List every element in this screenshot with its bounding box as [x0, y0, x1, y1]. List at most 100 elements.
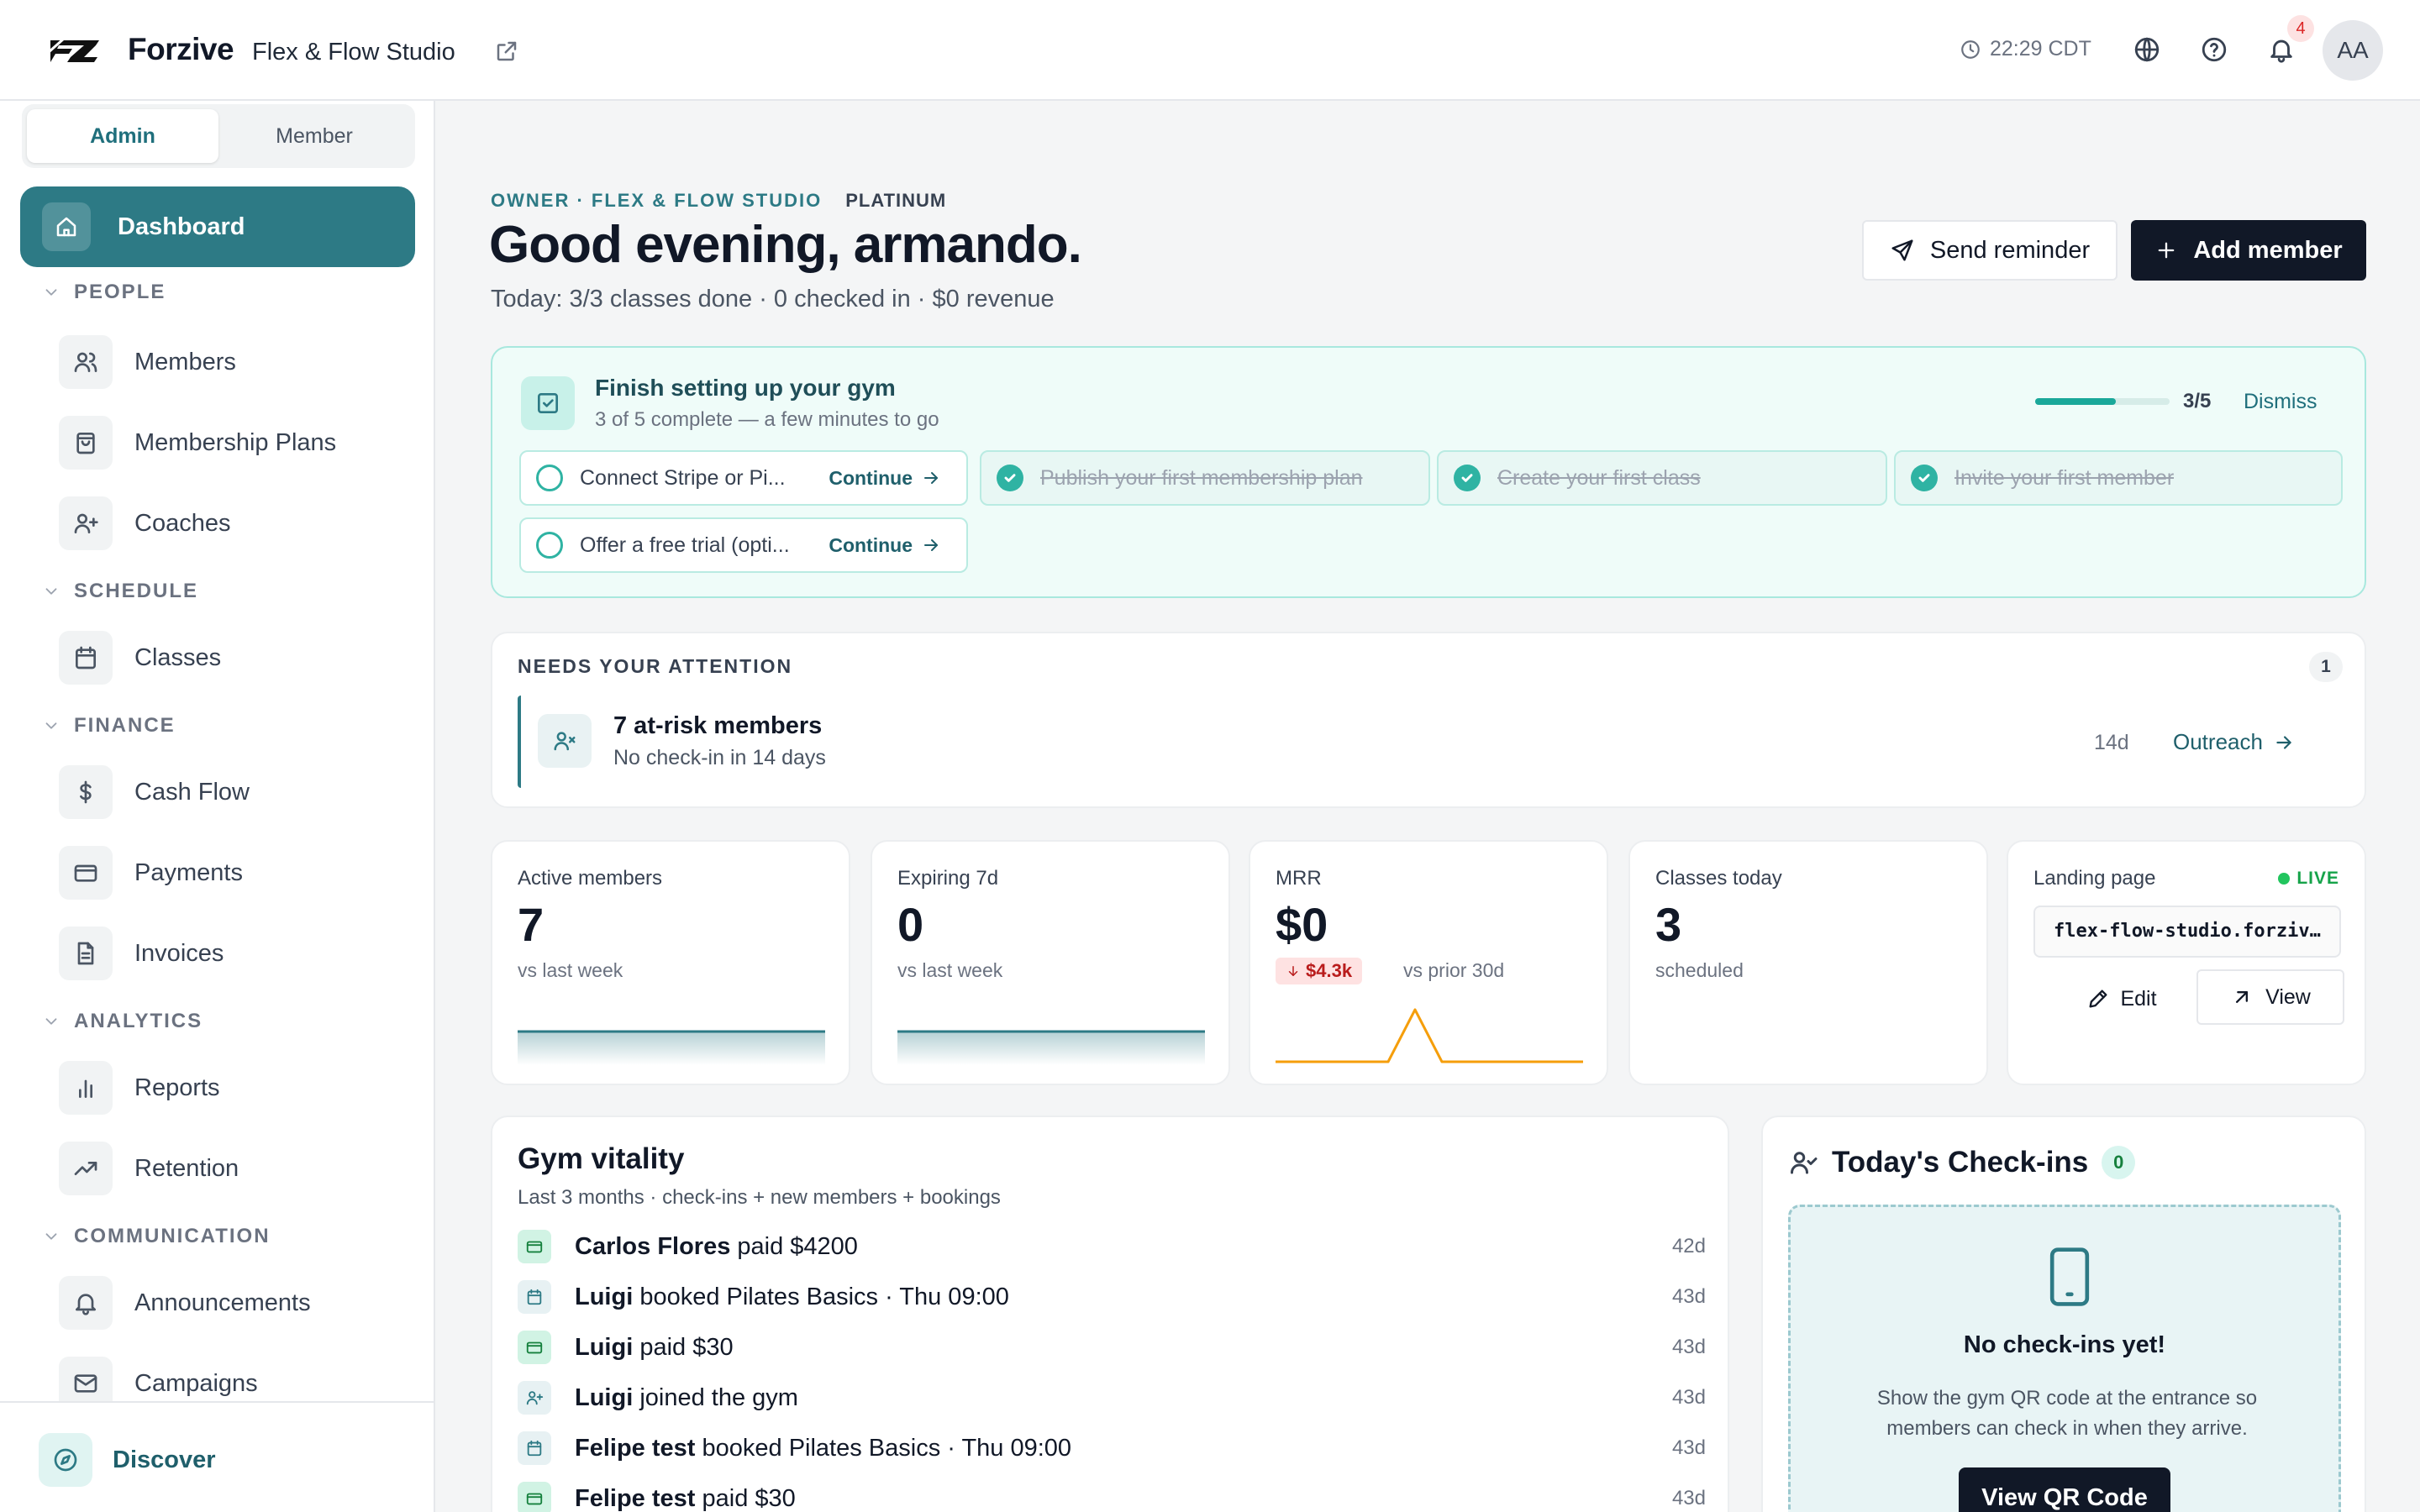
send-reminder-button[interactable]: Send reminder [1862, 220, 2118, 281]
stat-card-expiring[interactable]: Expiring 7d 0 vs last week [871, 840, 1230, 1085]
sidebar-item-payments[interactable]: Payments [59, 845, 412, 900]
attention-item-subtitle: No check-in in 14 days [613, 746, 826, 769]
feed-text: Luigi joined the gym [575, 1384, 798, 1412]
stat-subtext: vs last week [897, 959, 1003, 981]
section-people[interactable]: PEOPLE [42, 281, 166, 304]
sidebar-item-cash-flow[interactable]: Cash Flow [59, 764, 412, 820]
view-landing-button[interactable]: View [2196, 969, 2344, 1025]
live-dot-icon [2278, 873, 2291, 885]
feed-item[interactable]: Felipe test paid $30 43d [518, 1478, 1706, 1512]
sidebar-item-label: Classes [134, 643, 222, 671]
forzive-logo[interactable] [47, 34, 103, 66]
avatar[interactable]: AA [2323, 20, 2383, 81]
sidebar-item-label: Membership Plans [134, 428, 337, 456]
feed-text: Luigi booked Pilates Basics · Thu 09:00 [575, 1284, 1009, 1311]
bell-icon[interactable] [2267, 35, 2296, 64]
continue-link[interactable]: Continue [829, 467, 941, 490]
sidebar-item-membership-plans[interactable]: Membership Plans [59, 415, 412, 470]
arrow-right-icon [921, 468, 941, 488]
feed-item[interactable]: Carlos Flores paid $4200 42d [518, 1226, 1706, 1267]
role-member-button[interactable]: Member [218, 109, 410, 163]
landing-url-field[interactable]: flex-flow-studio.forzive.com [2033, 906, 2341, 958]
section-analytics[interactable]: ANALYTICS [42, 1010, 203, 1033]
role-admin-button[interactable]: Admin [27, 109, 218, 163]
stat-card-mrr[interactable]: MRR $0 $4.3k vs prior 30d [1249, 840, 1608, 1085]
sidebar-item-retention[interactable]: Retention [59, 1141, 412, 1196]
sidebar-item-reports[interactable]: Reports [59, 1060, 412, 1116]
add-member-button[interactable]: Add member [2131, 220, 2366, 281]
sidebar-item-invoices[interactable]: Invoices [59, 926, 412, 981]
checkbox-icon [521, 376, 575, 430]
external-link-icon[interactable] [494, 39, 519, 64]
feed-action: joined the gym [633, 1383, 798, 1411]
tier-badge: PLATINUM [845, 190, 947, 211]
attention-item-title: 7 at-risk members [613, 712, 823, 739]
feed-name: Luigi [575, 1283, 634, 1310]
stat-label: Active members [518, 867, 663, 890]
sidebar-footer: Discover [0, 1401, 434, 1512]
sidebar: Admin Member Dashboard PEOPLE Members Me… [0, 101, 435, 1512]
feed-name: Felipe test [575, 1434, 696, 1462]
sidebar-item-dashboard[interactable]: Dashboard [20, 186, 415, 267]
sidebar-item-coaches[interactable]: Coaches [59, 496, 412, 551]
stat-subtext: scheduled [1655, 959, 1744, 981]
outreach-link[interactable]: Outreach [2173, 729, 2295, 755]
checkins-title: Today's Check-ins [1832, 1146, 2089, 1179]
today-summary: Today: 3/3 classes done · 0 checked in ·… [491, 286, 1055, 312]
empty-title: No check-ins yet! [1963, 1331, 2166, 1358]
stat-card-classes-today[interactable]: Classes today 3 scheduled [1628, 840, 1988, 1085]
attention-item[interactable]: 7 at-risk members No check-in in 14 days… [518, 696, 2324, 788]
section-communication[interactable]: COMMUNICATION [42, 1225, 271, 1248]
account-eyebrow: OWNER · FLEX & FLOW STUDIO PLATINUM [491, 190, 946, 212]
sidebar-item-label: Invoices [134, 939, 224, 967]
notification-badge[interactable]: 4 [2287, 15, 2314, 42]
outreach-label: Outreach [2173, 729, 2263, 754]
users-icon [59, 335, 113, 389]
studio-name: Flex & Flow Studio [252, 39, 455, 66]
setup-task-create-class[interactable]: Create your first class [1437, 450, 1887, 506]
user-x-icon [538, 714, 592, 768]
user-plus-icon [518, 1381, 551, 1415]
sparkline [897, 1030, 1205, 1065]
feed-item[interactable]: Luigi paid $30 43d [518, 1327, 1706, 1368]
feed-item[interactable]: Luigi joined the gym 43d [518, 1378, 1706, 1418]
arrow-up-right-icon [2230, 985, 2254, 1009]
user-plus-icon [59, 496, 113, 550]
section-finance[interactable]: FINANCE [42, 714, 176, 738]
view-qr-code-button[interactable]: View QR Code [1959, 1467, 2170, 1512]
section-schedule[interactable]: SCHEDULE [42, 580, 198, 603]
task-label: Publish your first membership plan [1040, 465, 1363, 490]
button-label: View [2265, 984, 2311, 1009]
continue-link[interactable]: Continue [829, 534, 941, 557]
sidebar-item-discover[interactable]: Discover [39, 1433, 216, 1487]
arrow-right-icon [921, 535, 941, 555]
feed-name: Felipe test [575, 1484, 696, 1512]
feed-item[interactable]: Luigi booked Pilates Basics · Thu 09:00 4… [518, 1277, 1706, 1317]
stat-card-active-members[interactable]: Active members 7 vs last week [491, 840, 850, 1085]
dollar-icon [59, 765, 113, 819]
calendar-icon [518, 1431, 551, 1465]
check-circle-icon [997, 465, 1023, 491]
setup-task-connect-stripe[interactable]: Connect Stripe or Pi... Continue [519, 450, 968, 506]
sidebar-item-classes[interactable]: Classes [59, 630, 412, 685]
button-label: Add member [2193, 236, 2343, 264]
sparkline [518, 1030, 825, 1065]
stat-subtext: vs last week [518, 959, 623, 981]
edit-landing-button[interactable]: Edit [2059, 973, 2185, 1025]
globe-icon[interactable] [2133, 35, 2161, 64]
stat-label: Expiring 7d [897, 867, 999, 890]
feed-action: booked Pilates Basics · Thu 09:00 [633, 1283, 1009, 1310]
feed-age: 43d [1671, 1436, 1706, 1459]
setup-task-free-trial[interactable]: Offer a free trial (opti... Continue [519, 517, 968, 573]
setup-task-publish-plan[interactable]: Publish your first membership plan [980, 450, 1430, 506]
sidebar-item-announcements[interactable]: Announcements [59, 1275, 412, 1331]
file-text-icon [59, 927, 113, 980]
brand-name: Forzive [128, 32, 234, 66]
delta-value: $4.3k [1306, 960, 1353, 981]
feed-item[interactable]: Felipe test booked Pilates Basics · Thu … [518, 1428, 1706, 1468]
sidebar-item-members[interactable]: Members [59, 334, 412, 390]
help-circle-icon[interactable] [2200, 35, 2228, 64]
attention-heading: NEEDS YOUR ATTENTION [518, 655, 793, 677]
dismiss-button[interactable]: Dismiss [2244, 390, 2317, 414]
setup-task-invite-member[interactable]: Invite your first member [1894, 450, 2343, 506]
